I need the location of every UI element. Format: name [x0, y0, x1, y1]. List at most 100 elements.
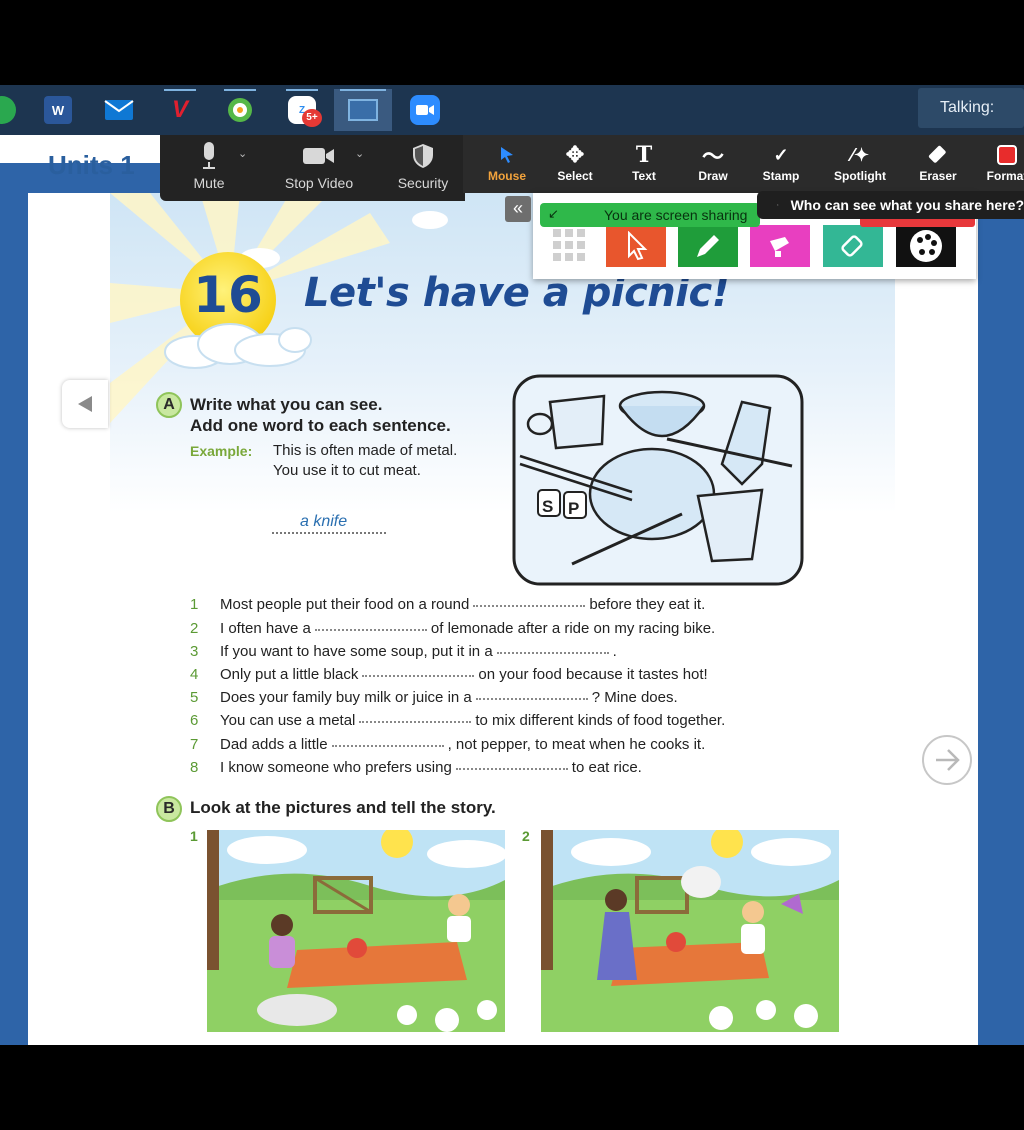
who-can-see-tooltip[interactable]: Who can see what you share here? — [757, 191, 1024, 219]
security-label: Security — [397, 175, 449, 191]
answer-blank[interactable] — [496, 642, 609, 654]
eraser-icon — [906, 141, 970, 169]
stop-video-label: Stop Video — [284, 175, 354, 191]
answer-blank[interactable] — [455, 758, 568, 770]
mute-button[interactable]: Mute — [184, 141, 234, 197]
cloud-decoration — [164, 323, 312, 369]
annotation-toolbar: Mouse ✥ Select T Text 〜 Draw ✓ Stamp ⁄✦ … — [463, 135, 1024, 193]
previous-page-button[interactable] — [62, 380, 108, 428]
select-label: Select — [557, 169, 593, 183]
spotlight-label: Spotlight — [834, 169, 886, 183]
draw-icon: 〜 — [701, 144, 724, 169]
picture-2-number: 2 — [522, 828, 530, 844]
format-tool-button[interactable]: Format — [975, 141, 1024, 183]
next-page-button[interactable] — [922, 735, 972, 785]
select-tool-button[interactable]: ✥ Select — [543, 141, 607, 183]
answer-blank[interactable] — [475, 688, 588, 700]
edge-icon[interactable] — [0, 89, 24, 131]
zoom-icon[interactable] — [403, 89, 447, 131]
question-5: 5 Does your family buy milk or juice in a… — [190, 689, 678, 706]
mouse-label: Mouse — [487, 169, 526, 183]
triangle-left-icon — [78, 396, 92, 412]
word-letter: W — [44, 96, 72, 124]
picture-1-number: 1 — [190, 828, 198, 844]
green-app-icon[interactable] — [218, 89, 262, 131]
highlighter-stamp-icon[interactable] — [750, 225, 810, 267]
active-indicator — [224, 89, 256, 91]
collapse-button[interactable]: « — [505, 196, 531, 222]
question-4: 4 Only put a little black on your food bec… — [190, 666, 708, 683]
example-line-1: This is often made of metal. — [273, 442, 458, 459]
units-title: Units 1 — [48, 150, 135, 180]
mouse-tool-button[interactable]: Mouse — [475, 141, 539, 183]
question-8: 8I know someone who prefers using to eat … — [190, 759, 642, 776]
active-indicator — [164, 89, 196, 91]
stop-video-button[interactable]: Stop Video — [274, 141, 364, 197]
arrow-stamp-icon[interactable] — [606, 225, 666, 267]
svg-text:S: S — [542, 497, 553, 516]
eraser-stamp-icon[interactable] — [823, 225, 883, 267]
move-icon: ✥ — [565, 142, 585, 167]
picnic-picture-2 — [541, 830, 839, 1032]
svg-text:P: P — [568, 499, 579, 518]
stamp-tool-button[interactable]: ✓ Stamp — [749, 141, 813, 184]
question-2: 2I often have a of lemonade after a ride … — [190, 619, 716, 637]
answer-blank[interactable] — [362, 665, 475, 677]
eraser-tool-button[interactable]: Eraser — [906, 141, 970, 183]
grid-handle-icon[interactable] — [553, 229, 587, 263]
zoom-control-bar: Mute ⌄ Stop Video ⌄ Security — [160, 135, 465, 201]
question-6: 6 You can use a metal to mix different kin… — [190, 711, 726, 729]
draw-tool-button[interactable]: 〜 Draw — [681, 141, 745, 183]
stamp-icon: ✓ — [773, 144, 789, 165]
section-a-badge: A — [156, 392, 182, 418]
mute-options-chevron-icon[interactable]: ⌄ — [238, 147, 247, 160]
screen-sharing-label: You are screen sharing — [604, 207, 748, 223]
video-options-chevron-icon[interactable]: ⌄ — [355, 147, 364, 160]
active-indicator — [286, 89, 318, 91]
camera-icon — [410, 95, 440, 125]
example-line-2: You use it to cut meat. — [273, 462, 421, 479]
word-icon[interactable]: W — [36, 89, 80, 131]
video-camera-icon — [274, 141, 364, 171]
question-3: 3 If you want to have some soup, put it i… — [190, 643, 617, 660]
stamp-label: Stamp — [762, 169, 800, 183]
draw-label: Draw — [698, 169, 728, 183]
v-letter: V — [171, 96, 188, 123]
answer-blank[interactable] — [314, 619, 427, 631]
eraser-label: Eraser — [919, 169, 957, 183]
notification-badge: 5+ — [302, 109, 322, 127]
picnic-picture-1 — [207, 830, 505, 1032]
mail-icon[interactable] — [97, 89, 141, 131]
format-label: Format — [986, 169, 1024, 183]
section-b-badge: B — [156, 796, 182, 822]
spotlight-tool-button[interactable]: ⁄✦ Spotlight — [827, 141, 893, 184]
screen-sharing-indicator[interactable]: ↙ You are screen sharing — [540, 203, 760, 227]
who-can-see-label: Who can see what you share here? — [790, 197, 1024, 213]
sharing-arrow-icon: ↙ — [548, 206, 559, 221]
example-answer: a knife — [300, 513, 348, 530]
answer-blank[interactable] — [359, 711, 472, 723]
palette-stamp-icon[interactable] — [896, 225, 956, 267]
zalo-icon[interactable]: Z 5+ — [280, 89, 324, 131]
lesson-number: 16 — [193, 266, 263, 324]
text-label: Text — [632, 169, 656, 183]
answer-blank[interactable] — [331, 735, 444, 747]
example-label: Example: — [190, 443, 253, 459]
question-1: 1 Most people put their food on a round be… — [190, 595, 706, 613]
arrow-right-icon — [936, 749, 960, 771]
v-app-icon[interactable]: V — [158, 89, 202, 131]
viewer-app-icon[interactable] — [334, 89, 392, 131]
question-7: 7 Dad adds a little, not pepper, to meat … — [190, 735, 706, 753]
envelope-icon — [104, 100, 134, 120]
answer-blank[interactable] — [473, 595, 586, 607]
section-b-instruction: Look at the pictures and tell the story. — [190, 798, 496, 817]
section-a-instruction-1: Write what you can see. — [190, 395, 383, 414]
security-button[interactable]: Security — [390, 141, 456, 197]
talking-indicator: Talking: — [918, 88, 1024, 128]
screen-thumb-icon — [348, 99, 378, 121]
tableware-illustration: S P — [512, 374, 804, 586]
mute-label: Mute — [193, 175, 225, 191]
text-tool-button[interactable]: T Text — [612, 141, 676, 183]
pencil-stamp-icon[interactable] — [678, 225, 738, 267]
shield-icon — [390, 141, 456, 171]
